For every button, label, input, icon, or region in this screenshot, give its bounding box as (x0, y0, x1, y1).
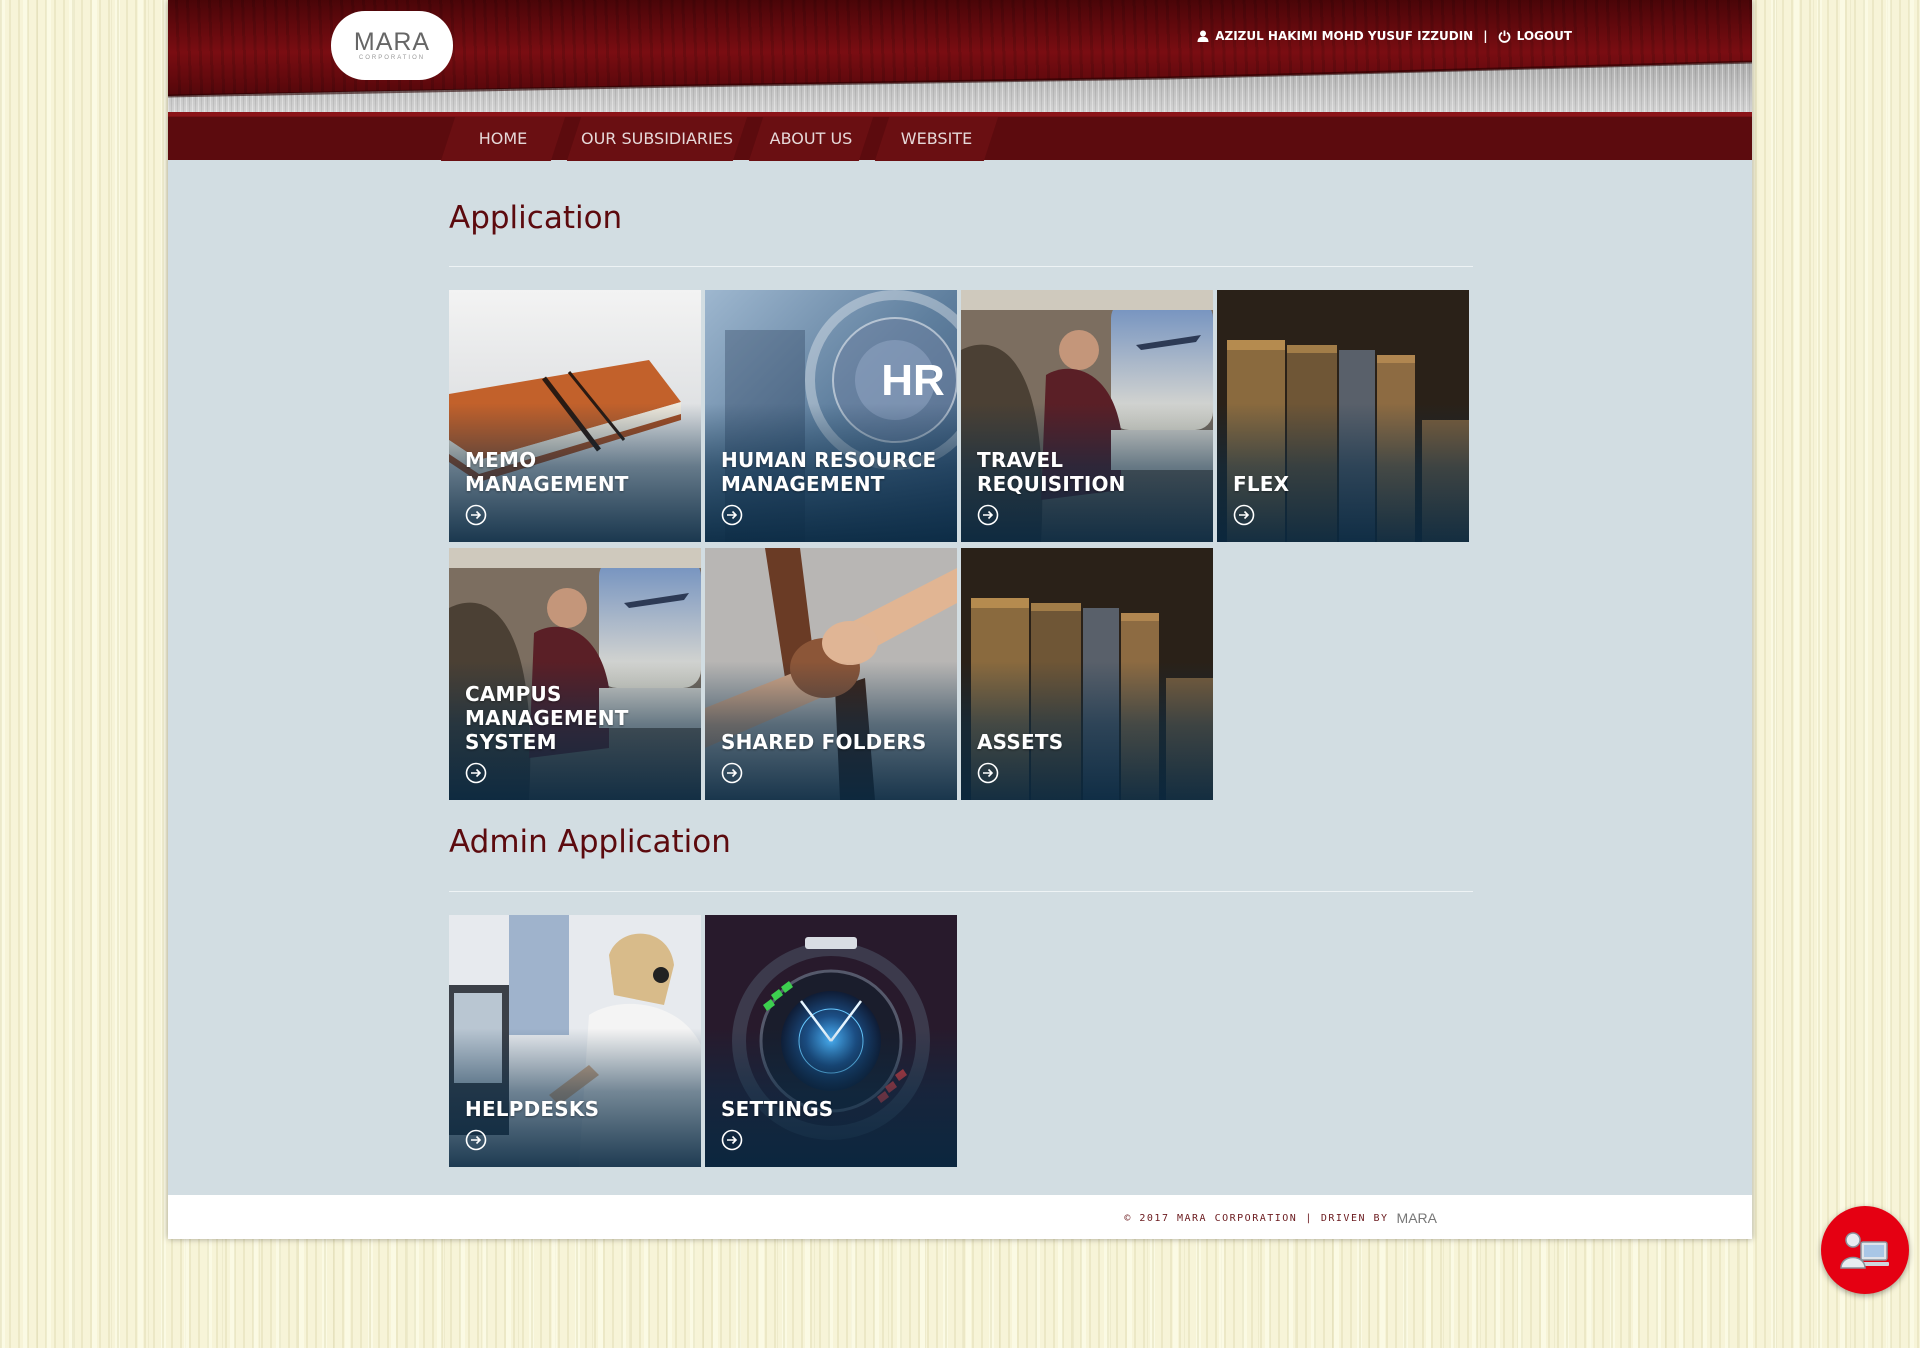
arrow-right-circle-icon[interactable] (465, 1129, 487, 1151)
admin-section-title: Admin Application (449, 824, 731, 860)
nav-item-website[interactable]: WEBSITE (874, 117, 999, 161)
tile-label: MEMO MANAGEMENT (465, 448, 629, 496)
helpdesk-chat-button[interactable] (1821, 1206, 1909, 1294)
arrow-right-circle-icon[interactable] (465, 504, 487, 526)
arrow-right-circle-icon[interactable] (1233, 504, 1255, 526)
page-container: MARA CORPORATION AZIZUL HAKIMI MOHD YUSU… (168, 0, 1752, 1239)
tile-campus-management-system[interactable]: CAMPUS MANAGEMENT SYSTEM (449, 548, 701, 800)
footer-mara-logo[interactable]: MARA (1397, 1210, 1437, 1226)
logo-subtitle: CORPORATION (358, 55, 426, 61)
driven-by-text: DRIVEN BY (1320, 1212, 1389, 1224)
tile-label: FLEX (1233, 472, 1290, 496)
copyright-text: © 2017 MARA CORPORATION (1124, 1212, 1298, 1224)
tile-assets[interactable]: ASSETS (961, 548, 1213, 800)
user-bar: AZIZUL HAKIMI MOHD YUSUF IZZUDIN | LOGOU… (1197, 29, 1572, 43)
tile-memo-management[interactable]: MEMO MANAGEMENT (449, 290, 701, 542)
user-icon (1197, 30, 1209, 42)
tile-shared-folders[interactable]: SHARED FOLDERS (705, 548, 957, 800)
tile-label: HELPDESKS (465, 1097, 600, 1121)
tile-human-resource-management[interactable]: HR HUMAN RESOURCE MANAGEMENT (705, 290, 957, 542)
nav-item-home[interactable]: HOME (440, 117, 566, 161)
mara-logo[interactable]: MARA CORPORATION (331, 11, 453, 80)
section-divider (449, 891, 1473, 892)
arrow-right-circle-icon[interactable] (977, 762, 999, 784)
application-section-title: Application (449, 200, 623, 236)
power-icon[interactable] (1498, 30, 1511, 43)
main-navigation: HOME OUR SUBSIDIARIES ABOUT US WEBSITE (168, 116, 1752, 160)
arrow-right-circle-icon[interactable] (465, 762, 487, 784)
footer-separator: | (1305, 1212, 1313, 1224)
header: MARA CORPORATION AZIZUL HAKIMI MOHD YUSU… (168, 0, 1752, 116)
tile-label: HUMAN RESOURCE MANAGEMENT (721, 448, 937, 496)
nav-item-about-us[interactable]: ABOUT US (748, 117, 874, 161)
userbar-separator: | (1483, 29, 1488, 43)
section-divider (449, 266, 1473, 267)
logout-link[interactable]: LOGOUT (1517, 29, 1572, 43)
support-agent-icon (1840, 1232, 1889, 1269)
tile-travel-requisition[interactable]: TRAVEL REQUISITION (961, 290, 1213, 542)
tile-label: SHARED FOLDERS (721, 730, 927, 754)
arrow-right-circle-icon[interactable] (977, 504, 999, 526)
arrow-right-circle-icon[interactable] (721, 504, 743, 526)
logo-mark: MARA (353, 28, 431, 56)
arrow-right-circle-icon[interactable] (721, 762, 743, 784)
tile-helpdesks[interactable]: HELPDESKS (449, 915, 701, 1167)
nav-item-our-subsidiaries[interactable]: OUR SUBSIDIARIES (566, 117, 748, 161)
tile-settings[interactable]: SETTINGS (705, 915, 957, 1167)
tile-label: TRAVEL REQUISITION (977, 448, 1126, 496)
tile-label: ASSETS (977, 730, 1064, 754)
username-label[interactable]: AZIZUL HAKIMI MOHD YUSUF IZZUDIN (1215, 29, 1473, 43)
footer: © 2017 MARA CORPORATION | DRIVEN BY MARA (168, 1195, 1752, 1239)
arrow-right-circle-icon[interactable] (721, 1129, 743, 1151)
tile-label: CAMPUS MANAGEMENT SYSTEM (465, 682, 629, 754)
tile-flex[interactable]: FLEX (1217, 290, 1469, 542)
tile-label: SETTINGS (721, 1097, 834, 1121)
